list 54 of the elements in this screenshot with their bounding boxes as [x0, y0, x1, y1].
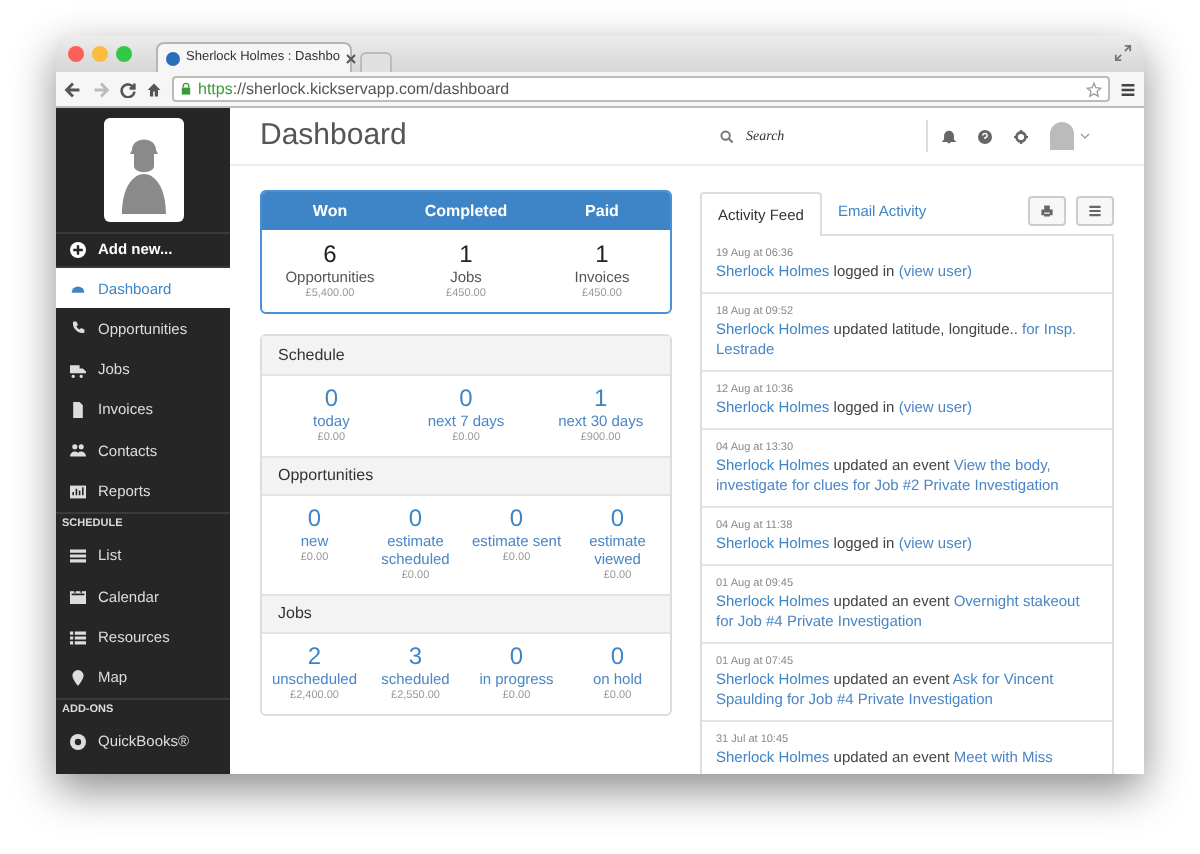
count[interactable]: 1 — [593, 386, 608, 412]
reload-icon[interactable] — [120, 81, 136, 97]
chart-icon — [70, 483, 86, 500]
page-title: Dashboard — [260, 115, 407, 156]
count[interactable]: 3 — [408, 644, 423, 670]
count[interactable]: 2 — [307, 644, 322, 670]
map-pin-icon — [70, 669, 86, 686]
settings-icon[interactable] — [1014, 129, 1028, 143]
back-icon[interactable] — [64, 81, 82, 97]
section-header: Schedule — [262, 336, 670, 376]
lock-icon — [180, 82, 192, 96]
section-header: Jobs — [262, 594, 670, 634]
fullscreen-icon[interactable] — [1114, 44, 1132, 62]
column-heading: Completed — [422, 199, 510, 223]
url-text: ://sherlock.kickservapp.com/dashboard — [232, 79, 510, 97]
bulleted-list-icon — [70, 629, 86, 646]
count: 1 — [595, 240, 609, 268]
avatar-icon — [1050, 122, 1074, 150]
search-icon — [720, 129, 734, 143]
count: 6 — [323, 240, 337, 268]
count[interactable]: 0 — [324, 386, 338, 412]
menu-icon[interactable] — [1120, 81, 1136, 97]
star-icon[interactable] — [1086, 81, 1102, 97]
people-icon — [70, 442, 86, 459]
count: 1 — [459, 240, 473, 268]
printer-icon — [1040, 204, 1054, 218]
help-icon[interactable] — [978, 129, 992, 143]
count[interactable]: 0 — [509, 644, 524, 670]
url-scheme: https — [198, 79, 233, 97]
list-button[interactable] — [1076, 196, 1114, 226]
count[interactable]: 0 — [408, 506, 423, 532]
count[interactable]: 0 — [610, 506, 625, 532]
column-heading: Won — [310, 199, 350, 223]
count[interactable]: 0 — [307, 506, 322, 532]
count[interactable]: 0 — [459, 386, 473, 412]
caret-icon — [1080, 132, 1090, 140]
truck-icon — [70, 361, 86, 378]
close-tab-icon[interactable] — [345, 53, 356, 63]
bell-icon[interactable] — [942, 129, 956, 143]
list-icon — [1088, 204, 1102, 218]
section-header: Opportunities — [262, 456, 670, 496]
count[interactable]: 0 — [509, 506, 524, 532]
count[interactable]: 0 — [610, 644, 625, 670]
print-button[interactable] — [1028, 196, 1066, 226]
favicon-icon — [166, 51, 180, 65]
list-icon — [70, 547, 86, 564]
plus-circle-icon — [70, 242, 86, 258]
address-bar[interactable]: https://sherlock.kickservapp.com/dashboard — [172, 76, 1110, 102]
calendar-icon — [70, 588, 86, 605]
coin-icon — [70, 734, 86, 751]
document-icon — [70, 402, 86, 419]
phone-icon — [70, 320, 86, 337]
home-icon[interactable] — [146, 81, 162, 97]
column-heading: Paid — [583, 199, 621, 223]
